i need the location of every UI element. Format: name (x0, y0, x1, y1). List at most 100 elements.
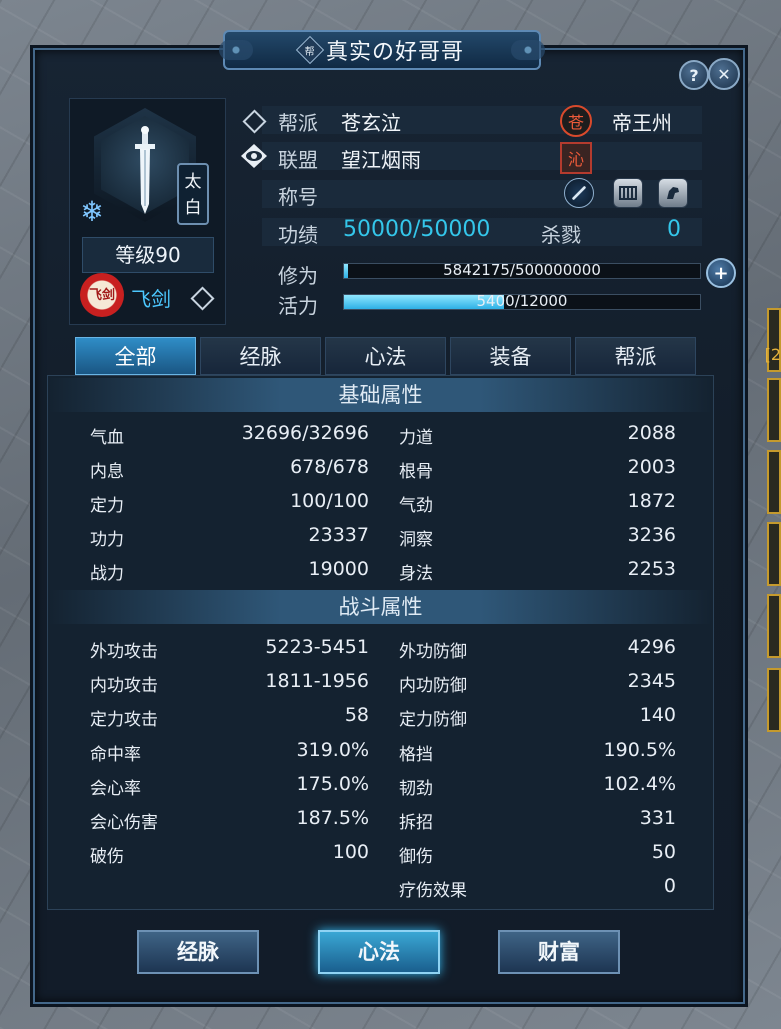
meridians-button[interactable]: 经脉 (137, 930, 259, 974)
stat-value: 100/100 (290, 490, 369, 512)
guild-label: 帮派 (278, 111, 318, 135)
vigor-label: 活力 (278, 294, 318, 318)
school-tag: 太白 (177, 163, 209, 225)
stat-name: 命中率 (90, 744, 141, 765)
cultivation-label: 修为 (278, 264, 318, 288)
mind-button[interactable]: 心法 (318, 930, 440, 974)
stat-name: 气劲 (399, 496, 433, 516)
title-bar[interactable]: 帮 真实の好哥哥 (219, 30, 545, 70)
vigor-text: 5400/12000 (476, 292, 568, 310)
stat-value: 175.0% (296, 772, 369, 795)
cultivation-bar: 5842175/500000000 (343, 261, 701, 279)
alliance-label: 联盟 (278, 148, 318, 172)
ornament-right-icon (511, 40, 545, 60)
vigor-bar: 5400/12000 (343, 292, 701, 310)
region-seal-icon: 苍 (560, 105, 592, 137)
side-ui-frame (767, 378, 781, 442)
kill-value: 0 (667, 217, 681, 242)
alliance-value[interactable]: 望江烟雨 (341, 144, 421, 173)
stat-value: 58 (344, 704, 369, 727)
side-ui-frame (767, 450, 781, 514)
stat-value: 331 (639, 807, 676, 829)
side-ui-frame (767, 594, 781, 658)
stat-value: 1811-1956 (265, 670, 369, 693)
stat-value: 140 (639, 704, 676, 727)
list-icon (619, 186, 637, 200)
stat-value: 50 (651, 841, 676, 864)
kill-label: 杀戮 (541, 223, 581, 247)
faction-name[interactable]: 飞剑 (131, 283, 171, 312)
stat-value: 100 (332, 841, 369, 864)
stat-name: 气血 (90, 428, 124, 448)
stat-name: 战力 (90, 564, 124, 584)
guild-diamond-icon: 帮 (295, 35, 325, 65)
stat-name: 内功攻击 (90, 676, 158, 697)
stat-name: 破伤 (90, 847, 124, 868)
stat-name: 力道 (399, 428, 433, 448)
tab-meridians[interactable]: 经脉 (200, 337, 321, 375)
level-label: 等级90 (82, 237, 214, 273)
side-ui-frame (767, 522, 781, 586)
combat-attributes-header: 战斗属性 (48, 590, 713, 624)
stat-value: 0 (663, 875, 676, 898)
stat-value: 2088 (627, 422, 676, 444)
merit-label: 功绩 (278, 223, 318, 247)
merit-value: 50000/50000 (343, 217, 491, 242)
stat-value: 32696/32696 (241, 422, 369, 444)
stat-value: 2003 (627, 456, 676, 478)
stat-value: 187.5% (296, 807, 369, 829)
stat-value: 102.4% (603, 772, 676, 795)
stat-value: 678/678 (290, 456, 369, 478)
stat-value: 319.0% (296, 738, 369, 761)
stat-name: 御伤 (399, 847, 433, 868)
stat-value: 2345 (627, 670, 676, 693)
alliance-row (262, 142, 702, 170)
stat-value: 190.5% (603, 738, 676, 761)
region-value: 帝王州 (612, 111, 672, 135)
guild-value[interactable]: 苍玄泣 (341, 107, 401, 136)
stat-name: 身法 (399, 564, 433, 584)
cultivation-text: 5842175/500000000 (443, 261, 601, 279)
stat-value: 1872 (627, 490, 676, 512)
stat-name: 内功防御 (399, 676, 467, 697)
stat-value: 3236 (627, 524, 676, 546)
side-ui-text: [2 (764, 345, 781, 364)
stat-name: 会心率 (90, 778, 141, 799)
stat-value: 19000 (308, 558, 369, 580)
stat-name: 疗伤效果 (399, 881, 467, 902)
wealth-button[interactable]: 财富 (498, 930, 620, 974)
brush-icon (572, 186, 586, 200)
stat-name: 格挡 (399, 744, 433, 765)
help-button[interactable]: ? (679, 60, 709, 90)
basic-attributes-header: 基础属性 (48, 378, 713, 412)
tab-all[interactable]: 全部 (75, 337, 196, 375)
tab-guild[interactable]: 帮派 (575, 337, 696, 375)
attribute-tabs: 全部 经脉 心法 装备 帮派 (75, 337, 696, 375)
stat-value: 5223-5451 (265, 636, 369, 658)
stat-name: 会心伤害 (90, 813, 158, 833)
sword-icon (135, 126, 155, 214)
stat-name: 韧劲 (399, 778, 433, 799)
tab-equipment[interactable]: 装备 (450, 337, 571, 375)
tab-mind[interactable]: 心法 (325, 337, 446, 375)
mount-button[interactable] (658, 178, 688, 208)
stat-name: 根骨 (399, 462, 433, 482)
ornament-left-icon (219, 40, 253, 60)
faction-badge-icon: 飞剑 (80, 273, 124, 317)
title-list-button[interactable] (613, 178, 643, 208)
region-square-seal-icon: 沁 (560, 142, 592, 174)
horse-icon (667, 187, 679, 199)
add-cultivation-button[interactable]: + (706, 258, 736, 288)
stat-value: 23337 (308, 524, 369, 546)
stat-name: 功力 (90, 530, 124, 550)
edit-brush-button[interactable] (564, 178, 594, 208)
stat-name: 定力 (90, 496, 124, 516)
snowflake-icon: ❄ (80, 195, 104, 228)
close-button[interactable]: ✕ (708, 58, 740, 90)
stat-value: 4296 (627, 636, 676, 658)
stat-name: 定力防御 (399, 710, 467, 731)
stat-name: 定力攻击 (90, 710, 158, 731)
window-title: 真实の好哥哥 (325, 40, 464, 65)
stat-value: 2253 (627, 558, 676, 580)
stat-name: 洞察 (399, 530, 433, 550)
